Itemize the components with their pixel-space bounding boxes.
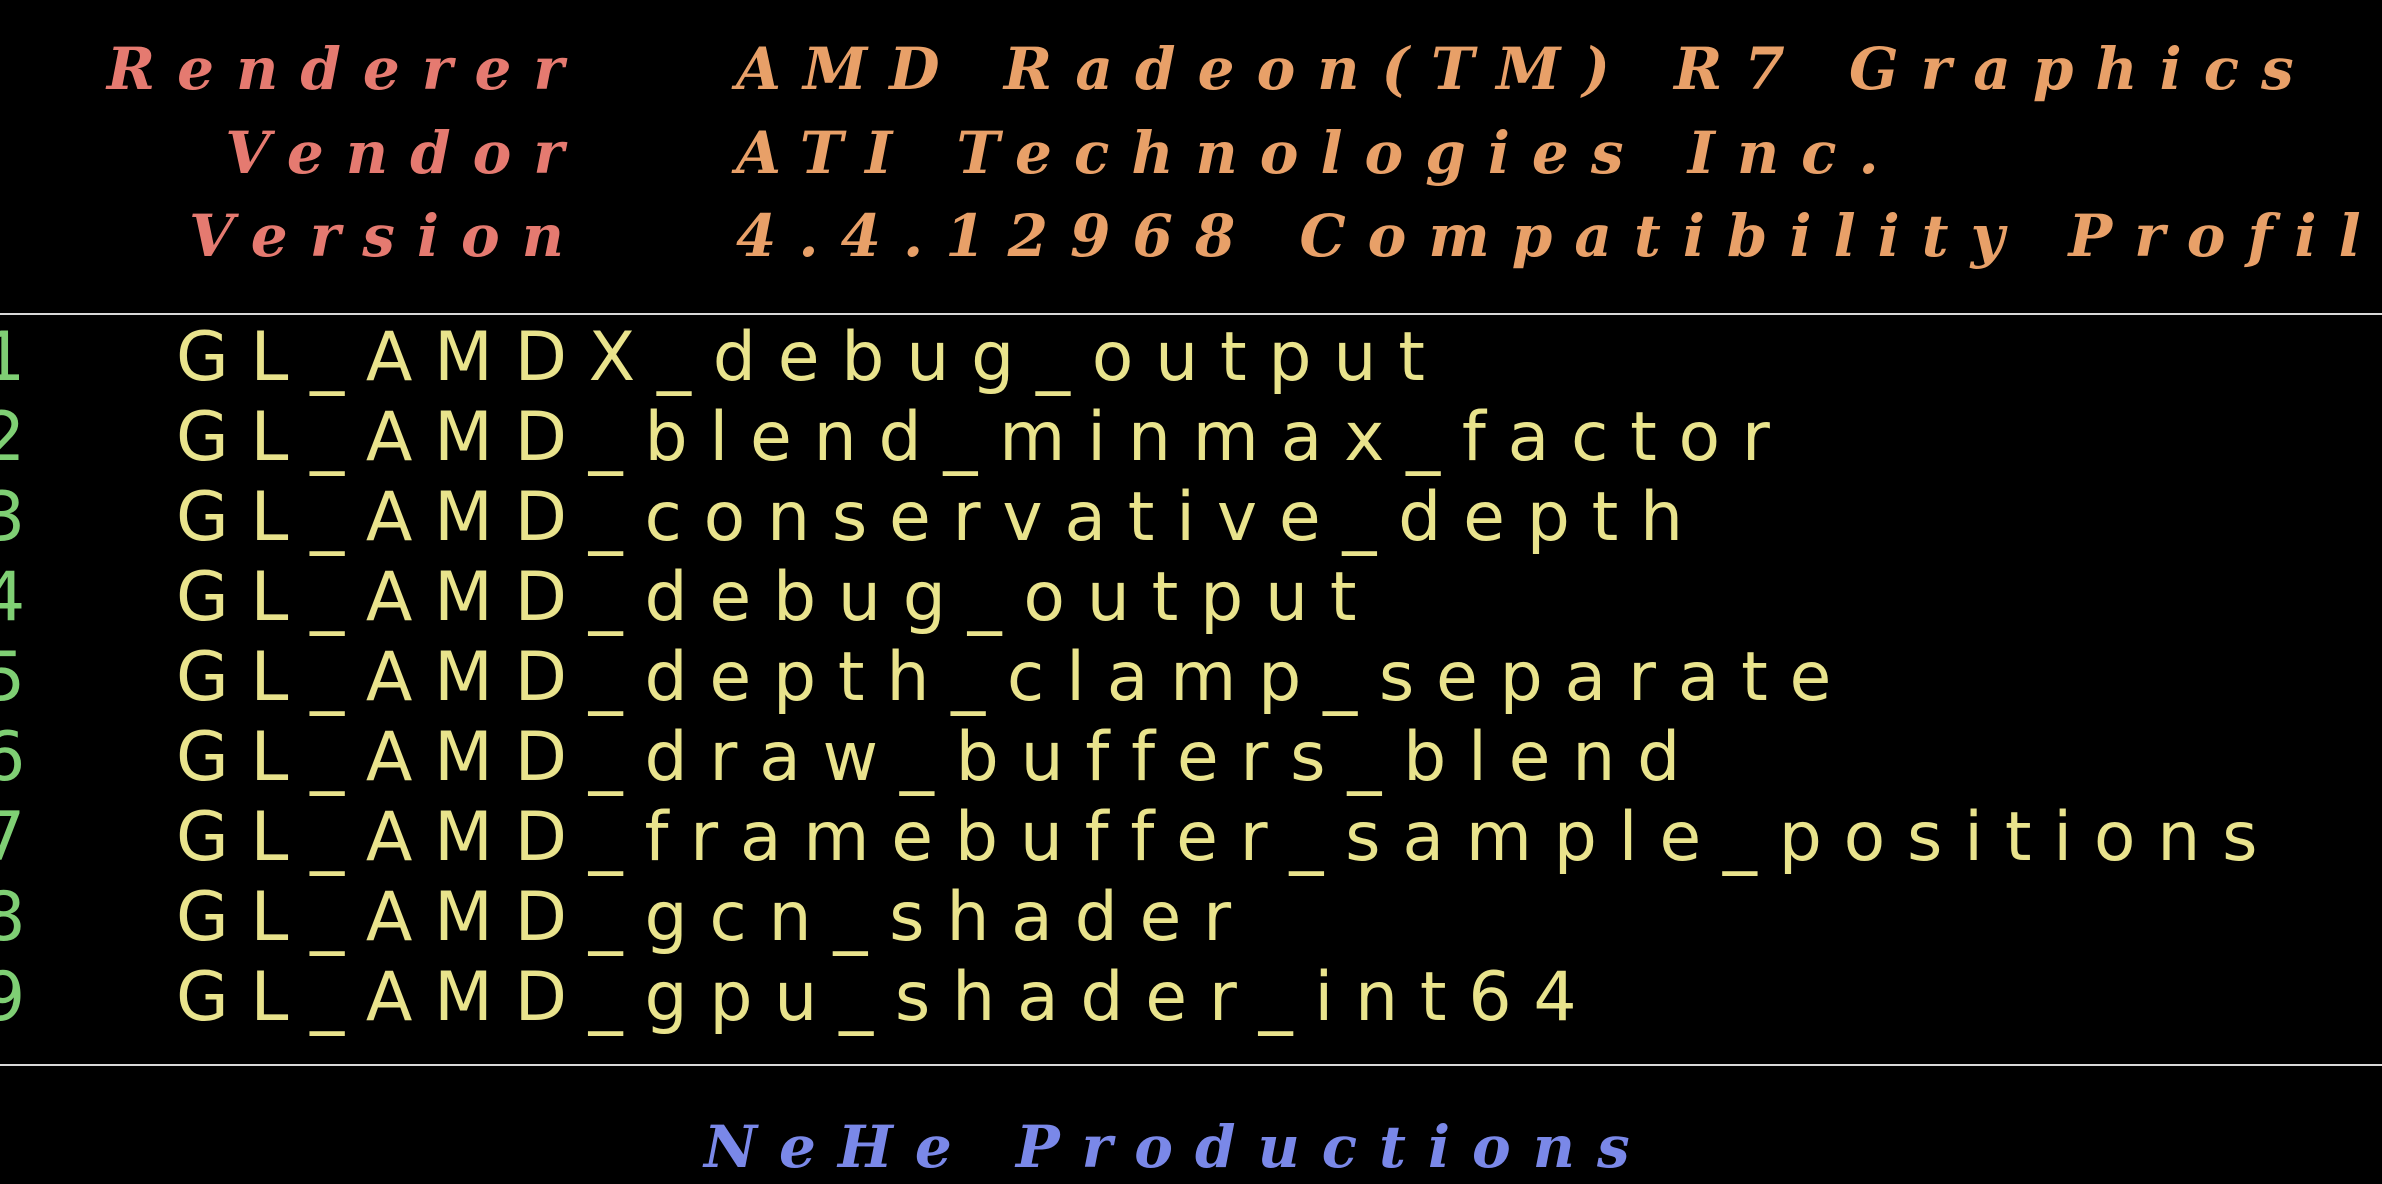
extension-row: 4 GL_AMD_debug_output [0, 558, 2382, 638]
extension-index: 9 [0, 958, 48, 1037]
extension-name: GL_AMD_conservative_depth [176, 478, 1705, 557]
extension-row: 5 GL_AMD_depth_clamp_separate [0, 638, 2382, 718]
extension-row: 7 GL_AMD_framebuffer_sample_positions [0, 798, 2382, 878]
extension-name: GL_AMD_draw_buffers_blend [176, 718, 1703, 797]
extension-row: 1 GL_AMDX_debug_output [0, 318, 2382, 398]
extension-row: 6 GL_AMD_draw_buffers_blend [0, 718, 2382, 798]
extension-index: 8 [0, 878, 48, 957]
extension-index: 6 [0, 718, 48, 797]
extension-row: 2 GL_AMD_blend_minmax_factor [0, 398, 2382, 478]
extension-index: 1 [0, 318, 48, 397]
extension-index: 7 [0, 798, 48, 877]
extension-index: 2 [0, 398, 48, 477]
gl-info-screen: Renderer AMD Radeon(TM) R7 Graphics Vend… [0, 0, 2382, 1184]
extension-name: GL_AMD_blend_minmax_factor [176, 398, 1792, 477]
extension-index: 5 [0, 638, 48, 717]
version-label: Version [189, 202, 586, 270]
extension-name: GL_AMD_gpu_shader_int64 [176, 958, 1599, 1037]
extension-index: 3 [0, 478, 48, 557]
extension-row: 8 GL_AMD_gcn_shader [0, 878, 2382, 958]
footer-credit: NeHe Productions [704, 1113, 1652, 1181]
extension-name: GL_AMD_gcn_shader [176, 878, 1253, 957]
extension-name: GL_AMD_depth_clamp_separate [176, 638, 1854, 717]
top-divider [0, 313, 2382, 315]
vendor-value: ATI Technologies Inc. [736, 119, 1901, 187]
vendor-label: Vendor [225, 119, 586, 187]
extension-name: GL_AMD_framebuffer_sample_positions [176, 798, 2280, 877]
extension-row: 3 GL_AMD_conservative_depth [0, 478, 2382, 558]
renderer-value: AMD Radeon(TM) R7 Graphics [736, 35, 2316, 103]
extension-name: GL_AMD_debug_output [176, 558, 1379, 637]
extension-list[interactable]: 1 GL_AMDX_debug_output 2 GL_AMD_blend_mi… [0, 318, 2382, 1062]
extension-name: GL_AMDX_debug_output [176, 318, 1447, 397]
version-value: 4.4.12968 Compatibility Profile [736, 202, 2382, 270]
renderer-label: Renderer [106, 35, 586, 103]
extension-index: 4 [0, 558, 48, 637]
bottom-divider [0, 1064, 2382, 1066]
extension-row: 9 GL_AMD_gpu_shader_int64 [0, 958, 2382, 1038]
